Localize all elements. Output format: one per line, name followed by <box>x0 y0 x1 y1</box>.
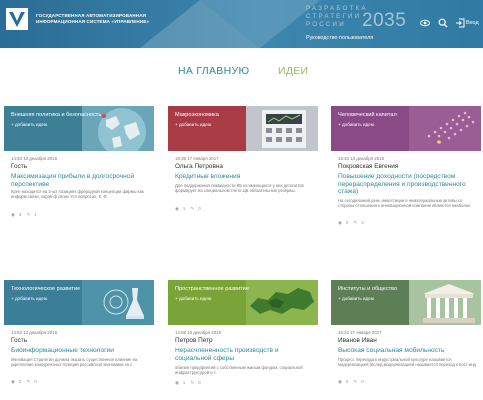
views-icon: ◉ <box>338 220 342 225</box>
add-idea-link[interactable]: + добавить идею <box>11 296 47 301</box>
card-description: На сегодняшний день инвестиции в нематер… <box>338 198 471 209</box>
card-author: Иванов Иван <box>338 337 377 344</box>
idea-card[interactable]: Технологическое развитие + добавить идею… <box>4 280 154 398</box>
add-idea-link[interactable]: + добавить идею <box>11 122 47 127</box>
comments-count: 3 <box>361 220 364 225</box>
system-name: ГОСУДАРСТВЕННАЯ АВТОМАТИЗИРОВАННАЯ ИНФОР… <box>36 13 176 25</box>
card-title[interactable]: Высокая социальная мобильность <box>338 347 478 355</box>
comments-icon: ✎ <box>190 380 195 385</box>
views-count: 1 <box>182 380 186 385</box>
views-icon: ◉ <box>11 212 15 217</box>
card-description: Инновация Стратегии должна оказать сущес… <box>11 357 138 368</box>
card-stats: ◉ 3 ✎ 1 <box>11 212 41 218</box>
comments-count: 0 <box>198 206 201 211</box>
card-stats: ◉ 0 ✎ 0 <box>338 379 368 385</box>
views-count: 3 <box>18 212 22 217</box>
card-category: Человеческий капитал <box>338 112 397 118</box>
views-count: 0 <box>345 220 349 225</box>
views-count: 1 <box>182 206 186 211</box>
comments-icon: ✎ <box>353 220 358 225</box>
views-icon: ◉ <box>338 379 342 384</box>
card-timestamp: 16:40 13 декабря 2016 <box>338 156 385 161</box>
nav-home-link[interactable]: НА ГЛАВНУЮ <box>178 65 249 77</box>
strategy-year: 2035 <box>362 10 407 31</box>
card-timestamp: 14:53 13 декабря 2016 <box>11 330 58 335</box>
idea-card[interactable]: Пространственное развитие + добавить иде… <box>168 280 318 398</box>
card-timestamp: 16:22 17 января 2017 <box>338 330 382 335</box>
card-banner[interactable]: Технологическое развитие + добавить идею <box>4 280 154 325</box>
comments-icon: ✎ <box>26 379 31 384</box>
idea-card[interactable]: Макроэкономика + добавить идею 16:35 17 … <box>168 106 318 236</box>
comments-icon: ✎ <box>190 206 195 211</box>
card-category: Институты и общество <box>338 286 398 292</box>
card-category: Пространственное развитие <box>175 286 249 292</box>
card-timestamp: 16:35 17 января 2017 <box>175 156 219 161</box>
card-author: Покровская Евгения <box>338 163 399 170</box>
card-author: Гость <box>11 337 28 344</box>
card-category: Внешняя политика и безопасность <box>11 112 102 118</box>
add-idea-link[interactable]: + добавить идею <box>175 122 211 127</box>
strategy-line1: РАЗРАБОТКА <box>306 5 368 12</box>
card-title[interactable]: Повышение доходности (посредством перера… <box>338 173 478 196</box>
card-stats: ◉ 0 ✎ 3 <box>338 220 368 226</box>
comments-icon: ✎ <box>26 212 31 217</box>
comments-count: 0 <box>34 379 37 384</box>
login-button[interactable]: Вход <box>466 20 479 26</box>
lab-image <box>82 280 154 325</box>
card-timestamp: 14:58 15 декабря 2016 <box>175 330 222 335</box>
nav-ideas-link[interactable]: ИДЕИ <box>278 65 308 77</box>
top-header: ГОСУДАРСТВЕННАЯ АВТОМАТИЗИРОВАННАЯ ИНФОР… <box>0 0 483 48</box>
card-title[interactable]: Кредитные вложения <box>175 173 315 181</box>
card-title[interactable]: Биоинформационные технологии <box>11 347 151 355</box>
eye-icon[interactable] <box>420 18 430 28</box>
card-description: Крен находится на 2-ых позициях фреродно… <box>11 189 144 200</box>
crowd-image <box>409 106 481 151</box>
map-image <box>246 280 318 325</box>
comments-count: 1 <box>34 212 37 217</box>
calculator-image <box>246 106 318 151</box>
card-timestamp: 14:53 13 декабря 2016 <box>11 156 58 161</box>
views-icon: ◉ <box>11 379 15 384</box>
card-banner[interactable]: Макроэкономика + добавить идею <box>168 106 318 151</box>
card-author: Ольга Петровна <box>175 163 223 170</box>
logo-icon[interactable] <box>6 8 28 30</box>
card-title[interactable]: Максимизация прибыли в долгосрочной перс… <box>11 173 151 188</box>
views-count: 3 <box>18 379 22 384</box>
idea-card[interactable]: Институты и общество + добавить идею 16:… <box>331 280 481 398</box>
strategy-line2: СТРАТЕГИИ <box>306 13 362 20</box>
strategy-line3: РОССИИ <box>306 21 346 28</box>
card-description: Процесс перехода к индустриальной культу… <box>338 357 477 368</box>
card-banner[interactable]: Внешняя политика и безопасность + добави… <box>4 106 154 151</box>
comments-count: 0 <box>198 380 201 385</box>
card-banner[interactable]: Пространственное развитие + добавить иде… <box>168 280 318 325</box>
card-stats: ◉ 3 ✎ 0 <box>11 379 41 385</box>
add-idea-link[interactable]: + добавить идею <box>338 122 374 127</box>
card-description: Для поддержания ликвидности КБ из имеющи… <box>175 183 304 194</box>
add-idea-link[interactable]: + добавить идею <box>338 296 374 301</box>
add-idea-link[interactable]: + добавить идею <box>175 296 211 301</box>
card-stats: ◉ 1 ✎ 0 <box>175 380 205 386</box>
login-icon[interactable] <box>455 18 465 28</box>
views-icon: ◉ <box>175 380 179 385</box>
card-banner[interactable]: Человеческий капитал + добавить идею <box>331 106 481 151</box>
card-author: Гость <box>11 163 28 170</box>
strategy-title: РАЗРАБОТКА СТРАТЕГИИ РОССИИ 2035 <box>306 4 416 36</box>
card-stats: ◉ 1 ✎ 0 <box>175 206 205 212</box>
comments-count: 0 <box>361 379 364 384</box>
views-icon: ◉ <box>175 206 179 211</box>
card-banner[interactable]: Институты и общество + добавить идею <box>331 280 481 325</box>
building-image <box>409 280 481 325</box>
card-title[interactable]: Нерасчлененность производств и социально… <box>175 347 315 362</box>
idea-card[interactable]: Внешняя политика и безопасность + добави… <box>4 106 154 236</box>
card-description: обилие предприятий с собственным жилым ф… <box>175 365 303 376</box>
user-manual-link[interactable]: Руководство пользователя <box>306 35 373 41</box>
idea-card[interactable]: Человеческий капитал + добавить идею 16:… <box>331 106 481 236</box>
system-name-line2: ИНФОРМАЦИОННАЯ СИСТЕМА «УПРАВЛЕНИЕ» <box>36 19 150 24</box>
comments-icon: ✎ <box>353 379 358 384</box>
card-category: Технологическое развитие <box>11 286 81 292</box>
card-author: Петров Петр <box>175 337 213 344</box>
card-category: Макроэкономика <box>175 112 219 118</box>
views-count: 0 <box>345 379 349 384</box>
search-icon[interactable] <box>438 18 448 28</box>
